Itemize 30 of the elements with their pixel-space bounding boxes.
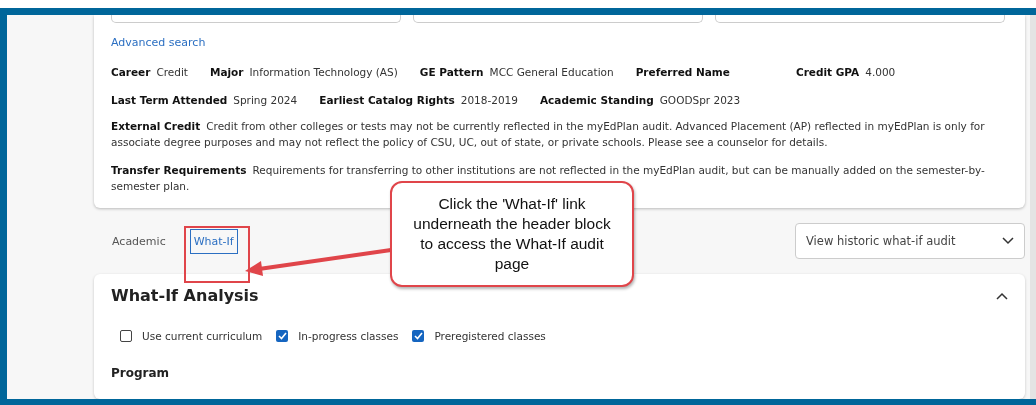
note-paragraph: External Credit Credit from other colleges or tests may not be currently reflected in the myEdPlan audit. Advanced Placement (AP) reflected in myEdPlan is only for associate degree purposes and may not reflect the policy of CSU, UC, out of state, or private schools. Please see a counselor for details. [111, 119, 986, 150]
advanced-search-link[interactable]: Advanced search [111, 36, 206, 49]
callout-text: Click the 'What-If' link underneath the header block to access the What-If audit page [390, 181, 634, 287]
profile-field: Preferred Name [635, 66, 736, 78]
checkbox-label: In-progress classes [298, 330, 399, 342]
tab[interactable]: What-If [189, 228, 238, 254]
profile-field: Last Term Attended Spring 2024 [111, 94, 298, 106]
profile-field: GE Pattern MCC General Education [419, 66, 614, 78]
highlight-frame [184, 226, 250, 283]
profile-field: Earliest Catalog Rights 2018-2019 [319, 94, 518, 106]
dropdown-value: View historic what-if audit [806, 234, 956, 248]
chevron-down-icon [1002, 237, 1014, 245]
profile-field: Major Information Technology (AS) [209, 66, 398, 78]
section-title: What-If Analysis [111, 286, 259, 305]
checkbox[interactable] [120, 330, 132, 342]
historic-audit-dropdown[interactable]: View historic what-if audit [795, 223, 1025, 259]
checkbox[interactable] [276, 330, 289, 342]
search-field[interactable] [715, 15, 1005, 23]
profile-field: Academic Standing GOODSpr 2023 [540, 94, 741, 106]
checkbox-label: Use current curriculum [142, 330, 263, 342]
chevron-up-icon[interactable] [996, 291, 1008, 300]
checkbox[interactable] [412, 330, 425, 342]
tab[interactable]: Academic [108, 228, 170, 254]
profile-field: Credit GPA 4.000 [795, 66, 896, 78]
checkbox-label: Preregistered classes [434, 330, 546, 342]
profile-field: Career Credit [111, 66, 188, 78]
search-field[interactable] [413, 15, 703, 23]
search-field[interactable] [111, 15, 401, 23]
program-label: Program [111, 366, 171, 380]
scrollbar[interactable] [1030, 15, 1036, 399]
